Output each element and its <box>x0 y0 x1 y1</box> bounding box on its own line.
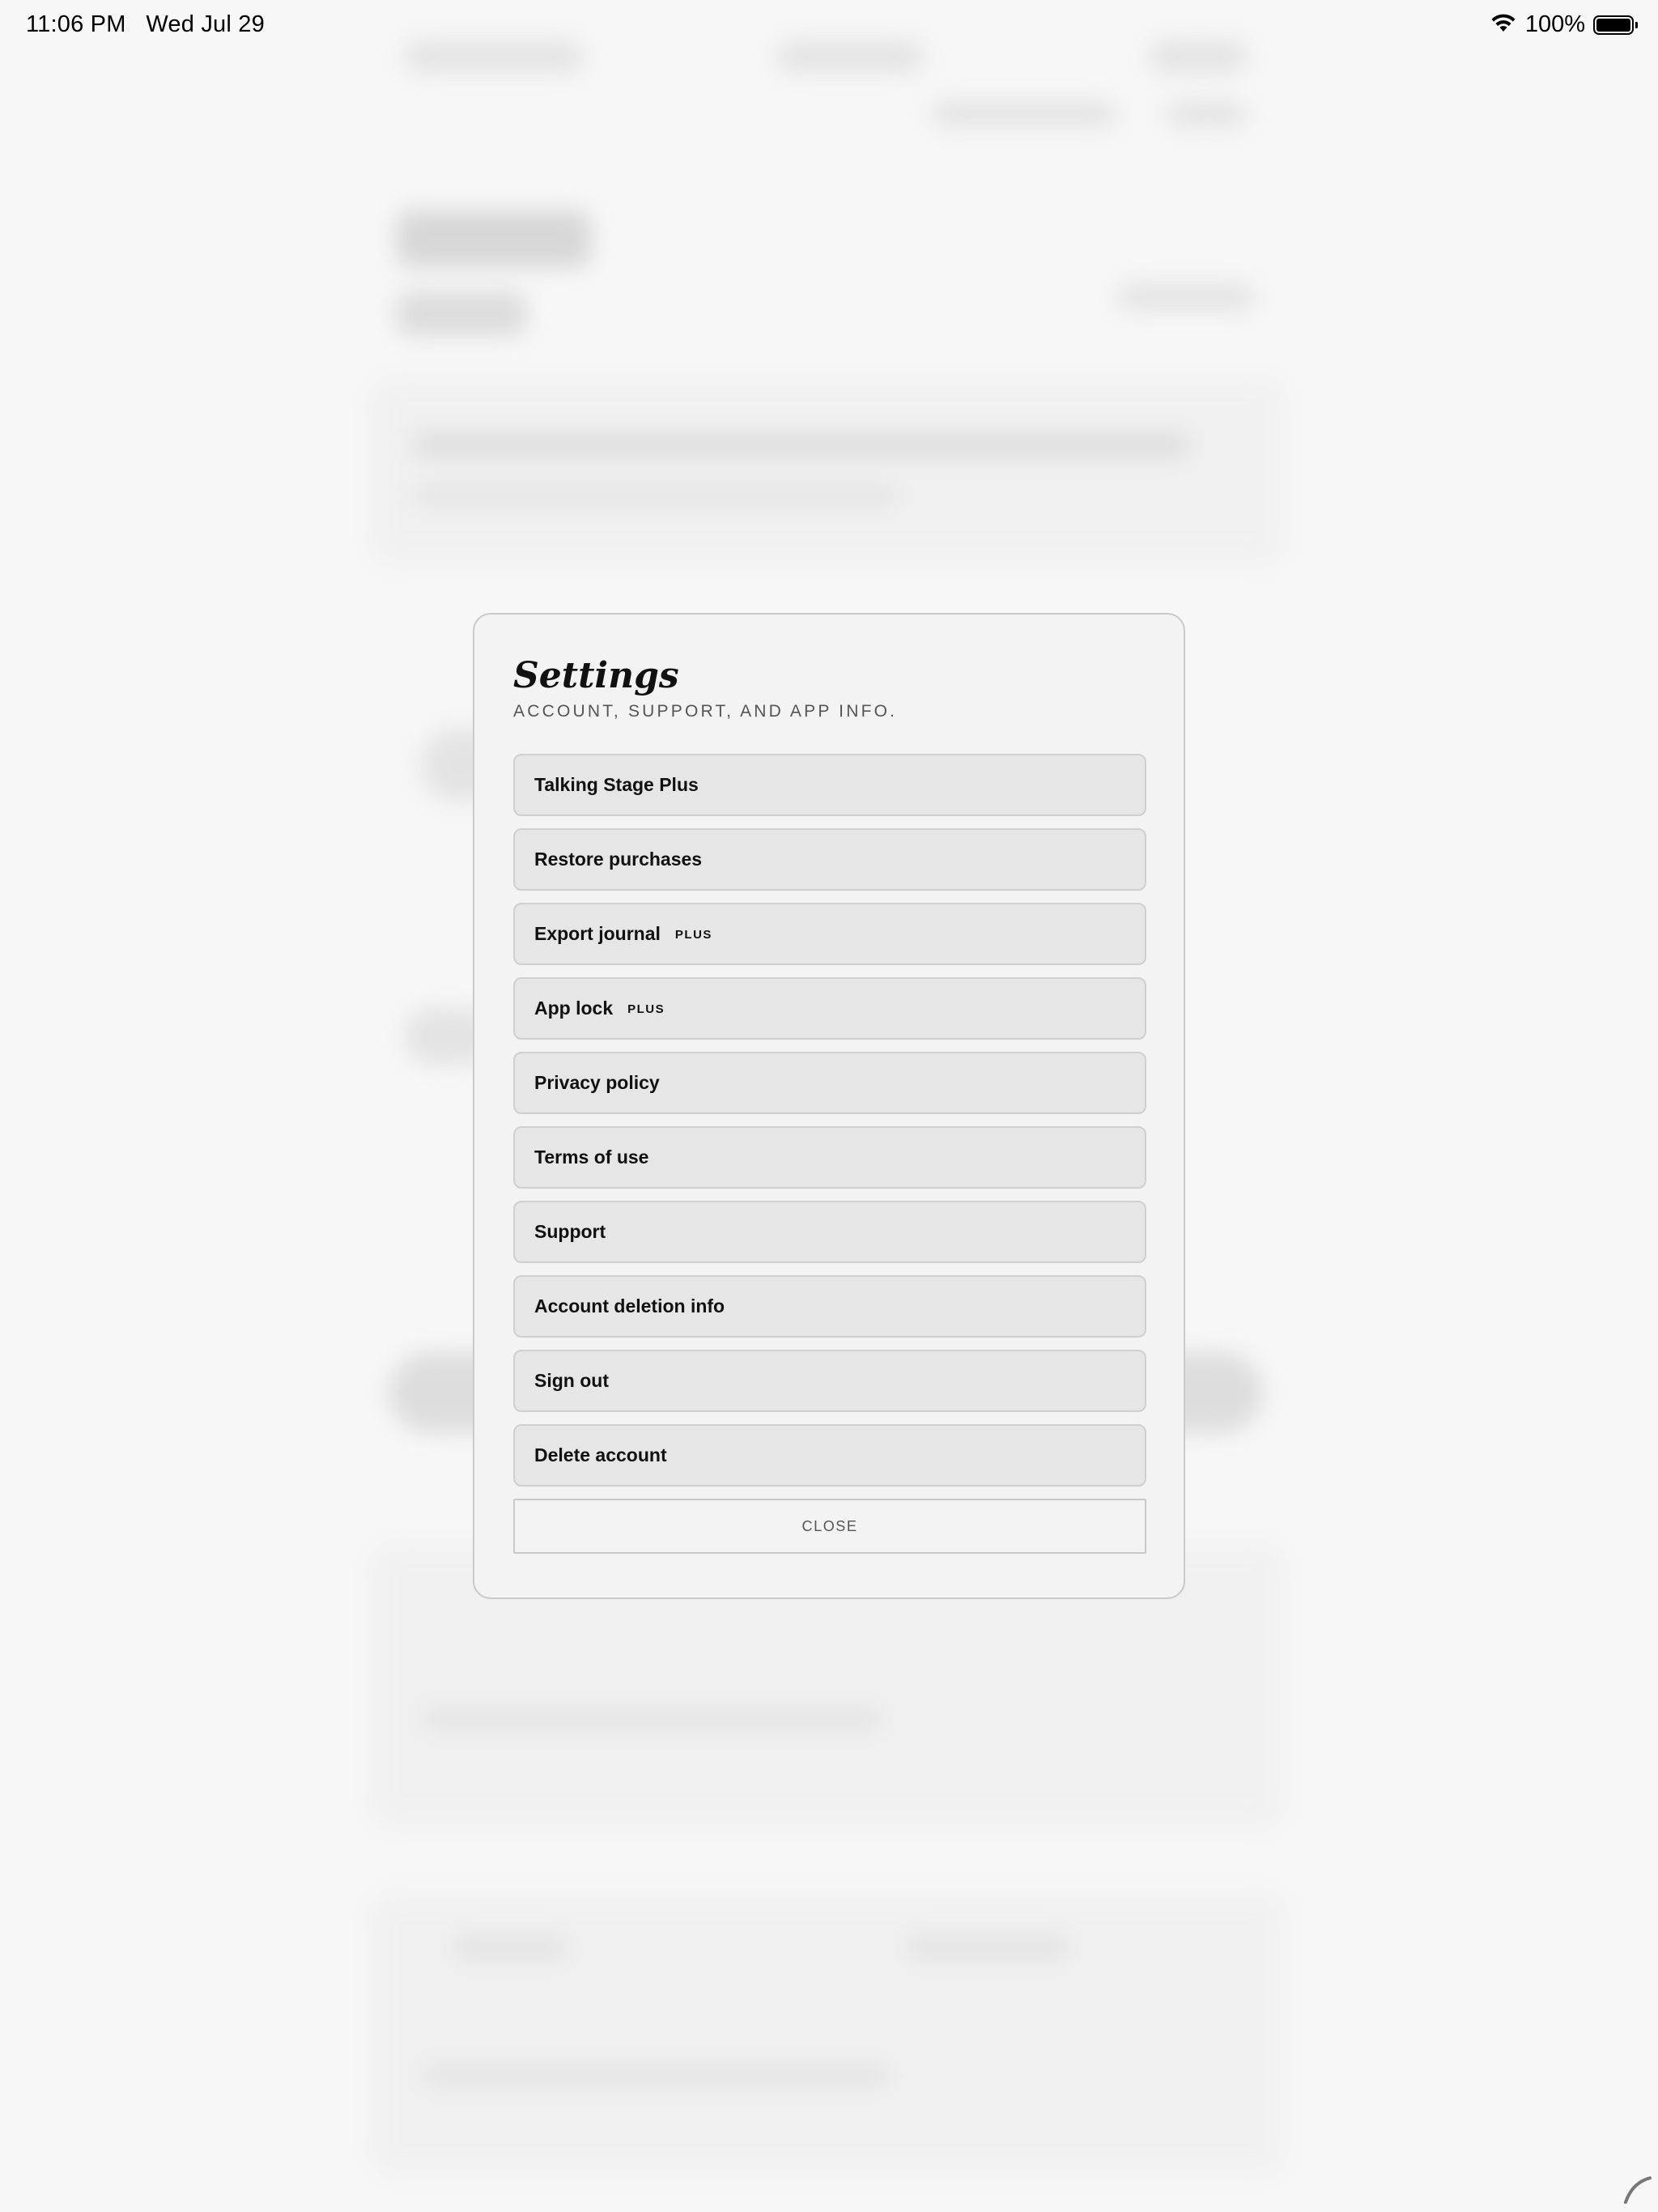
privacy-policy-button[interactable]: Privacy policy <box>513 1052 1146 1114</box>
support-button[interactable]: Support <box>513 1201 1146 1263</box>
status-indicators: 100% <box>1490 11 1638 38</box>
bg-side-text <box>1117 283 1255 311</box>
battery-icon <box>1593 15 1638 35</box>
menu-item-label: Delete account <box>534 1444 667 1465</box>
account-deletion-info-button[interactable]: Account deletion info <box>513 1275 1146 1338</box>
modal-subtitle: ACCOUNT, SUPPORT, AND APP INFO. <box>513 702 898 721</box>
bg-line <box>421 2065 891 2086</box>
menu-item-label: Talking Stage Plus <box>534 774 699 795</box>
corner-arc-icon <box>1621 2173 1653 2206</box>
wifi-icon <box>1490 12 1517 37</box>
menu-item-label: Support <box>534 1221 606 1242</box>
bg-heading <box>397 291 526 336</box>
plus-badge: PLUS <box>627 1002 665 1016</box>
bg-line <box>421 1708 882 1729</box>
bg-line <box>413 486 899 505</box>
app-lock-button[interactable]: App lock PLUS <box>513 977 1146 1040</box>
bg-card <box>372 381 1282 562</box>
settings-menu: Talking Stage Plus Restore purchases Exp… <box>513 754 1146 1487</box>
menu-item-label: Sign out <box>534 1370 609 1391</box>
export-journal-button[interactable]: Export journal PLUS <box>513 903 1146 965</box>
bg-heading <box>397 211 591 267</box>
menu-item-label: Export journal <box>534 923 661 944</box>
talking-stage-plus-button[interactable]: Talking Stage Plus <box>513 754 1146 816</box>
status-bar: 11:06 PM Wed Jul 29 100% <box>0 0 1658 52</box>
terms-of-use-button[interactable]: Terms of use <box>513 1126 1146 1189</box>
menu-item-label: App lock <box>534 998 614 1019</box>
sign-out-button[interactable]: Sign out <box>513 1350 1146 1412</box>
status-time: 11:06 PM <box>26 11 126 37</box>
battery-percent: 100% <box>1524 11 1585 37</box>
delete-account-button[interactable]: Delete account <box>513 1424 1146 1487</box>
battery-level-fill <box>1596 18 1630 32</box>
bg-nav-pill <box>1166 101 1247 127</box>
bg-nav-pill <box>931 101 1117 127</box>
status-time-date: 11:06 PM Wed Jul 29 <box>26 11 265 38</box>
close-button[interactable]: CLOSE <box>513 1499 1146 1554</box>
restore-purchases-button[interactable]: Restore purchases <box>513 828 1146 891</box>
menu-item-label: Privacy policy <box>534 1072 660 1093</box>
menu-item-label: Account deletion info <box>534 1295 725 1317</box>
menu-item-label: Terms of use <box>534 1146 649 1168</box>
plus-badge: PLUS <box>674 928 712 942</box>
bg-line <box>413 433 1190 457</box>
status-date: Wed Jul 29 <box>146 11 265 37</box>
modal-title: Settings <box>513 655 679 696</box>
menu-item-label: Restore purchases <box>534 849 703 870</box>
battery-terminal <box>1635 21 1638 28</box>
settings-modal: Settings ACCOUNT, SUPPORT, AND APP INFO.… <box>473 613 1185 1599</box>
bg-line <box>453 1935 567 1961</box>
bg-line <box>907 1935 1069 1961</box>
